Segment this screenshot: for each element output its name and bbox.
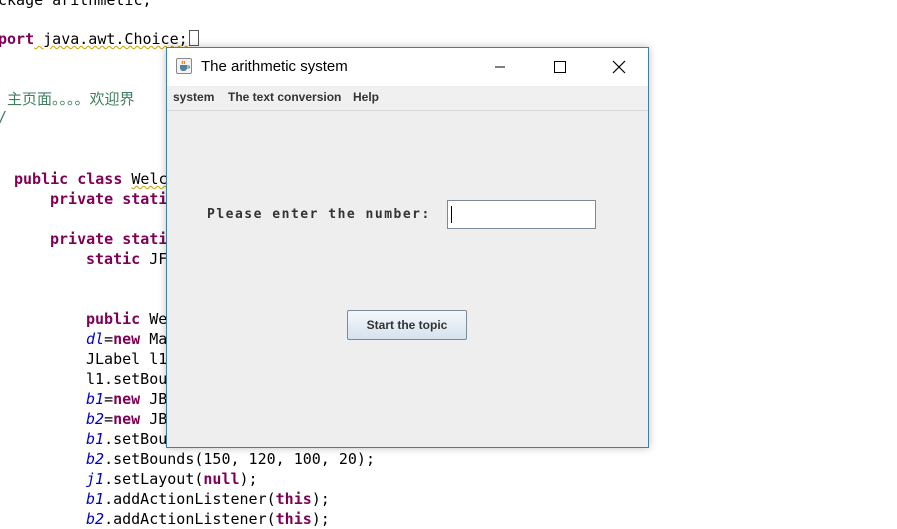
code-text: We: [140, 310, 168, 328]
menu-system[interactable]: system: [173, 90, 214, 104]
code-keyword: this: [275, 510, 312, 528]
code-text: Welc: [131, 170, 168, 188]
code-field: b2: [86, 410, 105, 428]
code-text: JB: [140, 390, 168, 408]
code-field: b2: [86, 510, 105, 528]
code-text: JB: [140, 410, 168, 428]
code-text: ckage arithmetic;: [0, 0, 152, 9]
code-line: b2.setBounds(150, 120, 100, 20);: [86, 449, 375, 469]
code-keyword: private: [50, 230, 114, 248]
code-text: .setLayout(: [104, 470, 204, 488]
code-line: b2=new JB: [86, 409, 167, 429]
code-keyword: stati: [122, 190, 168, 208]
code-keyword: new: [113, 410, 141, 428]
text-caret: [451, 206, 452, 223]
menu-help[interactable]: Help: [353, 90, 379, 104]
code-line: static JF: [86, 249, 167, 269]
code-keyword: new: [113, 390, 141, 408]
number-prompt-label: Please enter the number:: [207, 207, 431, 222]
code-keyword: class: [77, 170, 123, 188]
code-comment: 主页面。。。。欢迎界: [0, 89, 135, 109]
content-panel: Please enter the number: Start the topic: [167, 111, 648, 447]
code-keyword: public: [14, 170, 69, 188]
code-text: =: [104, 410, 114, 428]
code-keyword: private: [50, 190, 114, 208]
code-comment: /: [0, 107, 7, 127]
code-line: b1.addActionListener(this);: [86, 489, 330, 509]
code-text: .addActionListener(: [104, 490, 276, 508]
code-line: public class Welc: [14, 169, 168, 189]
window-title: The arithmetic system: [201, 58, 348, 75]
code-field: b1: [86, 430, 105, 448]
close-icon[interactable]: [596, 48, 642, 86]
code-line: l1.setBou: [86, 369, 167, 389]
code-keyword: null: [203, 470, 240, 488]
app-window: The arithmetic system system The text co…: [166, 47, 649, 448]
code-comment-text: 主页面。。。。欢迎界: [0, 90, 135, 108]
code-text: java.awt.Choice;: [34, 30, 188, 48]
menu-bar: system The text conversion Help: [167, 86, 648, 111]
code-line: b1.setBou: [86, 429, 167, 449]
maximize-icon[interactable]: [537, 48, 583, 86]
code-line: ckage arithmetic;: [0, 0, 152, 10]
code-keyword: public: [86, 310, 141, 328]
code-field: dl: [86, 330, 105, 348]
java-coffee-cup-icon[interactable]: [176, 58, 192, 74]
code-text: l1.setBou: [86, 370, 168, 388]
code-text: );: [311, 490, 330, 508]
minimize-icon[interactable]: [477, 48, 523, 86]
code-line: dl=new Ma: [86, 329, 167, 349]
code-field: b2: [86, 450, 105, 468]
code-text: .addActionListener(: [104, 510, 276, 528]
text-cursor-marker: [188, 30, 199, 46]
code-field: j1: [86, 470, 105, 488]
code-keyword: static: [86, 250, 141, 268]
code-line: private stati: [50, 189, 167, 209]
menu-text-conversion[interactable]: The text conversion: [228, 90, 341, 104]
code-text: =: [104, 390, 114, 408]
code-line: j1.setLayout(null);: [86, 469, 258, 489]
code-line: JLabel l1: [86, 349, 167, 369]
code-field: b1: [86, 490, 105, 508]
code-text: =: [104, 330, 114, 348]
code-comment-text: /: [0, 108, 7, 126]
code-text: );: [239, 470, 258, 488]
code-keyword: stati: [122, 230, 168, 248]
start-topic-button[interactable]: Start the topic: [347, 310, 467, 340]
code-text: .setBou: [104, 430, 168, 448]
code-text: );: [311, 510, 330, 528]
code-line: b1=new JB: [86, 389, 167, 409]
code-text: JLabel l1: [86, 350, 168, 368]
code-line: b2.addActionListener(this);: [86, 509, 330, 529]
title-bar[interactable]: The arithmetic system: [167, 48, 648, 86]
number-input[interactable]: [447, 200, 596, 229]
code-text: Ma: [140, 330, 168, 348]
code-field: b1: [86, 390, 105, 408]
code-text: .setBounds(150, 120, 100, 20);: [104, 450, 375, 468]
code-text: JF: [140, 250, 168, 268]
code-keyword: port: [0, 30, 35, 48]
code-line: port java.awt.Choice;: [0, 29, 199, 49]
code-line: private stati: [50, 229, 167, 249]
code-line: public We: [86, 309, 167, 329]
code-keyword: new: [113, 330, 141, 348]
code-keyword: this: [275, 490, 312, 508]
